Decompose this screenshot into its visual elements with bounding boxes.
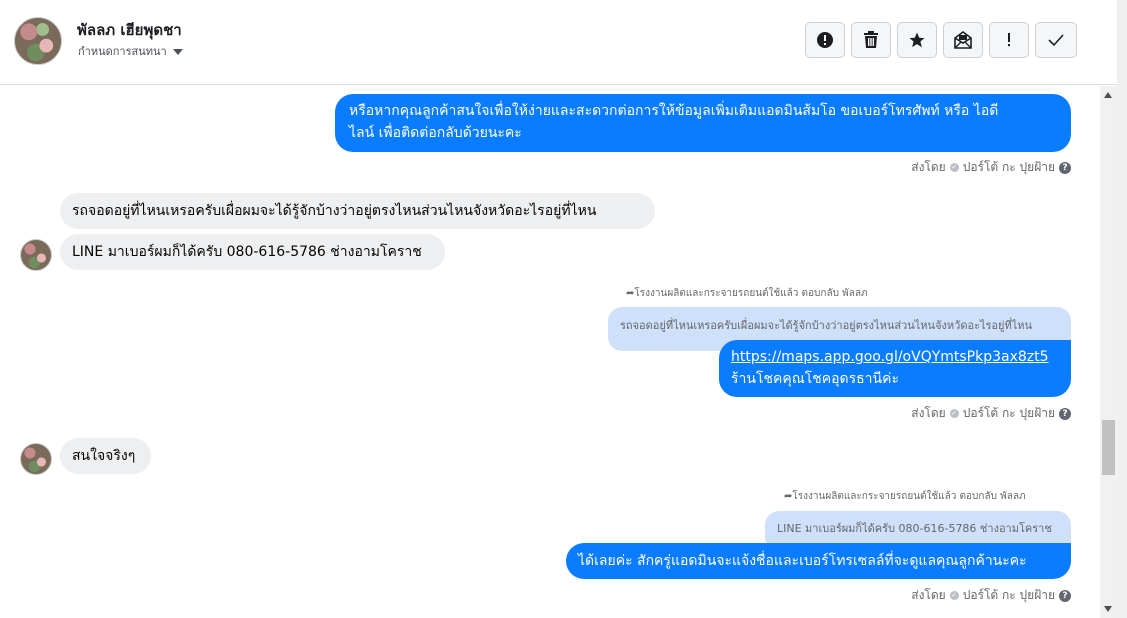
sent-by-label: ส่งโดย ✓ ปอร์โต้ กะ ปุยฝ้าย ? bbox=[911, 586, 1071, 605]
exclamation-icon bbox=[1008, 33, 1010, 47]
help-icon[interactable]: ? bbox=[1059, 407, 1071, 420]
sent-by-label: ส่งโดย ✓ ปอร์โต้ กะ ปุยฝ้าย ? bbox=[911, 158, 1071, 177]
incoming-message[interactable]: LINE มาเบอร์ผมก็ได้ครับ 080-616-5786 ช่า… bbox=[60, 234, 445, 270]
message-text-line: ไลน์ เพื่อติดต่อกลับด้วยนะคะ bbox=[349, 125, 522, 141]
verified-check-icon: ✓ bbox=[949, 409, 959, 418]
caret-down-icon bbox=[172, 49, 183, 55]
star-icon bbox=[909, 32, 925, 48]
follow-up-button[interactable] bbox=[989, 22, 1029, 58]
message-text: สนใจจริงๆ bbox=[72, 448, 136, 464]
outgoing-message[interactable]: https://maps.app.goo.gl/oVQYmtsPkp3ax8zt… bbox=[719, 340, 1071, 397]
help-icon[interactable]: ? bbox=[1059, 161, 1071, 174]
message-scrollbar[interactable] bbox=[1100, 86, 1117, 618]
delete-button[interactable] bbox=[851, 22, 891, 58]
contact-avatar[interactable] bbox=[14, 17, 62, 65]
message-text: รถจอดอยู่ที่ไหนเหรอครับเผื่อผมจะได้รู้จั… bbox=[72, 203, 597, 219]
mark-spam-button[interactable] bbox=[805, 22, 845, 58]
conversation-header: พัลลภ เฮียพุดชา กำหนดการสนทนา bbox=[0, 0, 1117, 85]
scrollbar-thumb[interactable] bbox=[1102, 420, 1115, 475]
alert-circle-icon bbox=[817, 32, 833, 48]
sent-by-label: ส่งโดย ✓ ปอร์โต้ กะ ปุยฝ้าย ? bbox=[911, 404, 1071, 423]
contact-name[interactable]: พัลลภ เฮียพุดชา bbox=[77, 18, 182, 42]
window-edge bbox=[1117, 0, 1127, 618]
message-text-line: ร้านโชคคุณโชคอุดรธานีค่ะ bbox=[731, 371, 899, 387]
sender-avatar[interactable] bbox=[20, 443, 52, 475]
star-button[interactable] bbox=[897, 22, 937, 58]
mark-unread-button[interactable] bbox=[943, 22, 983, 58]
verified-check-icon: ✓ bbox=[949, 163, 959, 172]
incoming-message[interactable]: รถจอดอยู่ที่ไหนเหรอครับเผื่อผมจะได้รู้จั… bbox=[60, 193, 655, 229]
scroll-down-arrow-icon[interactable] bbox=[1104, 606, 1112, 612]
conversation-toolbar bbox=[805, 22, 1077, 58]
assign-label: กำหนดการสนทนา bbox=[78, 45, 167, 58]
outgoing-message[interactable]: ได้เลยค่ะ สักครู่แอดมินจะแจ้งชื่อและเบอร… bbox=[566, 543, 1071, 579]
message-link[interactable]: https://maps.app.goo.gl/oVQYmtsPkp3ax8zt… bbox=[731, 346, 1059, 368]
agent-name[interactable]: ปอร์โต้ กะ ปุยฝ้าย bbox=[963, 404, 1055, 423]
checkmark-icon bbox=[1048, 34, 1064, 47]
trash-icon bbox=[864, 31, 878, 48]
verified-check-icon: ✓ bbox=[949, 591, 959, 600]
message-text-line: หรือหากคุณลูกค้าสนใจเพื่อให้ง่ายและสะดวก… bbox=[349, 103, 999, 119]
outgoing-message[interactable]: หรือหากคุณลูกค้าสนใจเพื่อให้ง่ายและสะดวก… bbox=[335, 94, 1071, 152]
sender-avatar[interactable] bbox=[20, 239, 52, 271]
mark-done-button[interactable] bbox=[1035, 22, 1077, 58]
message-text: ได้เลยค่ะ สักครู่แอดมินจะแจ้งชื่อและเบอร… bbox=[578, 553, 1027, 569]
incoming-message[interactable]: สนใจจริงๆ bbox=[60, 438, 151, 474]
reply-context-label: ➦โรงงานผลิตและกระจายรถยนต์ใช้แล้ว ตอบกลั… bbox=[784, 491, 1026, 502]
message-text: LINE มาเบอร์ผมก็ได้ครับ 080-616-5786 ช่า… bbox=[72, 244, 422, 260]
scroll-up-arrow-icon[interactable] bbox=[1104, 92, 1112, 98]
reply-context-label: ➦โรงงานผลิตและกระจายรถยนต์ใช้แล้ว ตอบกลั… bbox=[626, 288, 868, 299]
agent-name[interactable]: ปอร์โต้ กะ ปุยฝ้าย bbox=[963, 158, 1055, 177]
agent-name[interactable]: ปอร์โต้ กะ ปุยฝ้าย bbox=[963, 586, 1055, 605]
envelope-open-icon bbox=[954, 31, 972, 49]
help-icon[interactable]: ? bbox=[1059, 589, 1071, 602]
assign-conversation-dropdown[interactable]: กำหนดการสนทนา bbox=[78, 42, 183, 60]
